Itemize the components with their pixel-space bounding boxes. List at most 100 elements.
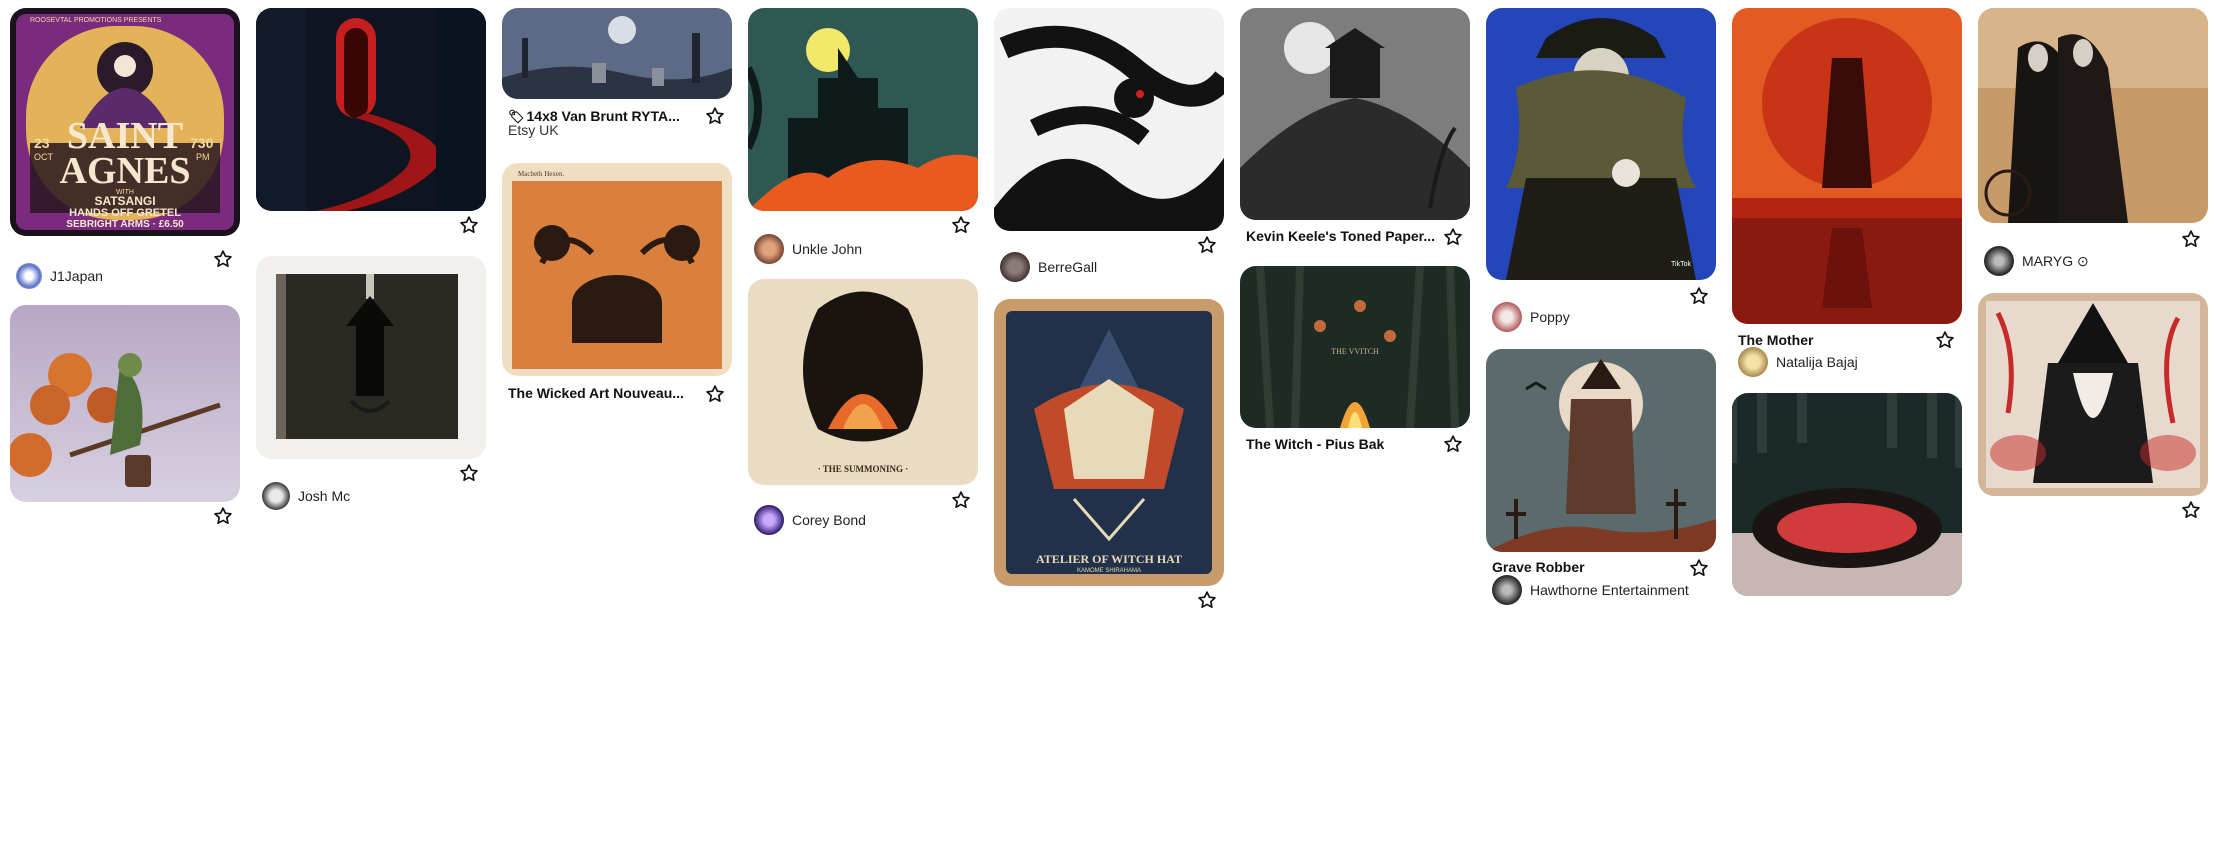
poster-time: 730 <box>190 135 214 151</box>
pin-image[interactable]: · THE SUMMONING · <box>748 279 978 485</box>
pin-card[interactable]: Josh Mc <box>256 256 486 510</box>
pin-image[interactable] <box>1486 349 1716 552</box>
pin-title[interactable]: The Witch - Pius Bak <box>1246 436 1436 452</box>
pin-image[interactable] <box>1732 8 1962 324</box>
pin-card[interactable]: · THE SUMMONING · Corey Bond <box>748 279 978 535</box>
save-star-icon[interactable] <box>1934 329 1956 351</box>
pin-card[interactable] <box>10 305 240 524</box>
pin-title[interactable]: The Mother <box>1738 332 1928 348</box>
save-star-icon[interactable] <box>1196 589 1218 611</box>
save-star-icon[interactable] <box>1688 285 1710 307</box>
pin-title[interactable]: The Wicked Art Nouveau... <box>508 385 698 401</box>
pin-image[interactable]: ROOSEVTAL PROMOTIONS PRESENTS SAINT AGNE… <box>10 8 240 236</box>
pin-image[interactable]: Macbeth Hexen. <box>502 163 732 376</box>
pin-image[interactable] <box>1732 393 1962 596</box>
saint-agnes-poster-image: ROOSEVTAL PROMOTIONS PRESENTS SAINT AGNE… <box>10 8 240 236</box>
avatar <box>754 234 784 264</box>
tarot-caption-2: KAMOME SHIRAHAMA <box>1077 568 1141 574</box>
pin-image[interactable] <box>502 8 732 99</box>
pin-image[interactable] <box>994 8 1224 231</box>
author-name: Hawthorne Entertainment <box>1530 582 1689 598</box>
poster-date-day: 23 <box>34 135 50 151</box>
poster-title-2: AGNES <box>60 150 191 192</box>
pin-source[interactable]: Etsy UK <box>508 122 559 138</box>
pin-card[interactable]: ATELIER OF WITCH HAT KAMOME SHIRAHAMA <box>994 299 1224 608</box>
save-star-icon[interactable] <box>704 383 726 405</box>
save-star-icon[interactable] <box>458 214 480 236</box>
author-name: J1Japan <box>50 268 103 284</box>
watermark-text: TikTok <box>1671 261 1691 268</box>
pin-card[interactable]: Macbeth Hexen. The Wicked Art Nouveau... <box>502 163 732 402</box>
pin-card[interactable]: MARYG ⊙ <box>1978 8 2208 276</box>
poster-top-text: ROOSEVTAL PROMOTIONS PRESENTS <box>30 17 162 24</box>
pin-author[interactable]: Poppy <box>1492 302 1570 332</box>
tarot-caption: ATELIER OF WITCH HAT <box>1036 552 1182 566</box>
owl-mask-witch-image: TikTok <box>1486 8 1716 280</box>
pin-title[interactable]: Grave Robber <box>1492 559 1682 575</box>
pin-image[interactable] <box>1978 293 2208 496</box>
author-name: Josh Mc <box>298 488 351 504</box>
pin-image[interactable]: THE VVITCH <box>1240 266 1470 428</box>
author-name: MARYG ⊙ <box>2022 252 2089 269</box>
author-name: Natalija Bajaj <box>1776 354 1858 370</box>
pin-image[interactable] <box>10 305 240 502</box>
pin-card[interactable] <box>256 8 486 233</box>
witch-hat-tarot-image: ATELIER OF WITCH HAT KAMOME SHIRAHAMA <box>994 299 1224 586</box>
save-star-icon[interactable] <box>2180 228 2202 250</box>
pin-image[interactable] <box>256 256 486 459</box>
grave-robber-image <box>1486 349 1716 552</box>
witch-circle-image <box>1732 393 1962 596</box>
pin-card[interactable]: THE VVITCH The Witch - Pius Bak <box>1240 266 1470 452</box>
pin-image[interactable]: ATELIER OF WITCH HAT KAMOME SHIRAHAMA <box>994 299 1224 586</box>
save-star-icon[interactable] <box>212 505 234 527</box>
print-header-text: Macbeth Hexen. <box>518 170 565 178</box>
pin-author[interactable]: Natalija Bajaj <box>1738 347 1858 377</box>
avatar <box>1000 252 1030 282</box>
save-star-icon[interactable] <box>1688 557 1710 579</box>
pin-author[interactable]: Unkle John <box>754 234 862 264</box>
avatar <box>1492 302 1522 332</box>
pin-image[interactable] <box>748 8 978 211</box>
poster-line-1: SATSANGI <box>94 194 155 208</box>
save-star-icon[interactable] <box>2180 499 2202 521</box>
pin-image[interactable] <box>1978 8 2208 223</box>
save-star-icon[interactable] <box>950 489 972 511</box>
save-star-icon[interactable] <box>950 214 972 236</box>
macbeth-witches-image: Macbeth Hexen. <box>502 163 732 376</box>
hanged-witch-image <box>256 256 486 459</box>
pin-card[interactable]: The Mother Natalija Bajaj <box>1732 8 1962 377</box>
pin-author[interactable]: J1Japan <box>16 263 103 289</box>
pin-card[interactable]: Unkle John <box>748 8 978 264</box>
pin-card[interactable]: ROOSEVTAL PROMOTIONS PRESENTS SAINT AGNE… <box>10 8 240 289</box>
avatar <box>16 263 42 289</box>
red-stairs-corridor-image <box>256 8 486 211</box>
pin-author[interactable]: MARYG ⊙ <box>1984 246 2089 276</box>
save-star-icon[interactable] <box>1442 226 1464 248</box>
poster-line-2: HANDS OFF GRETEL <box>69 207 181 219</box>
pin-author[interactable]: BerreGall <box>1000 252 1097 282</box>
pin-card[interactable]: Kevin Keele's Toned Paper... <box>1240 8 1470 245</box>
pin-author[interactable]: Hawthorne Entertainment <box>1492 575 1689 605</box>
pin-image[interactable] <box>256 8 486 211</box>
poster-date-month: OCT <box>34 152 54 162</box>
pin-card[interactable]: Grave Robber Hawthorne Entertainment <box>1486 349 1716 605</box>
save-star-icon[interactable] <box>1442 433 1464 455</box>
pumpkin-witch-broom-image <box>10 305 240 502</box>
pin-author[interactable]: Corey Bond <box>754 505 866 535</box>
pin-title[interactable]: Kevin Keele's Toned Paper... <box>1246 228 1436 244</box>
author-name: Poppy <box>1530 309 1570 325</box>
pin-image[interactable]: TikTok <box>1486 8 1716 280</box>
save-star-icon[interactable] <box>458 462 480 484</box>
pin-card[interactable]: TikTok Poppy <box>1486 8 1716 332</box>
pin-author[interactable]: Josh Mc <box>262 482 350 510</box>
pin-card[interactable] <box>1732 393 1962 596</box>
save-star-icon[interactable] <box>1196 234 1218 256</box>
headless-horseman-image <box>502 8 732 99</box>
pin-image[interactable] <box>1240 8 1470 220</box>
pin-card[interactable]: BerreGall <box>994 8 1224 282</box>
poster-line-3: SEBRIGHT ARMS · £6.50 <box>66 219 184 230</box>
pin-card[interactable] <box>1978 293 2208 518</box>
save-star-icon[interactable] <box>704 105 726 127</box>
pin-card[interactable]: 🏷 14x8 Van Brunt RYTA... Etsy UK <box>502 8 732 138</box>
save-star-icon[interactable] <box>212 248 234 270</box>
